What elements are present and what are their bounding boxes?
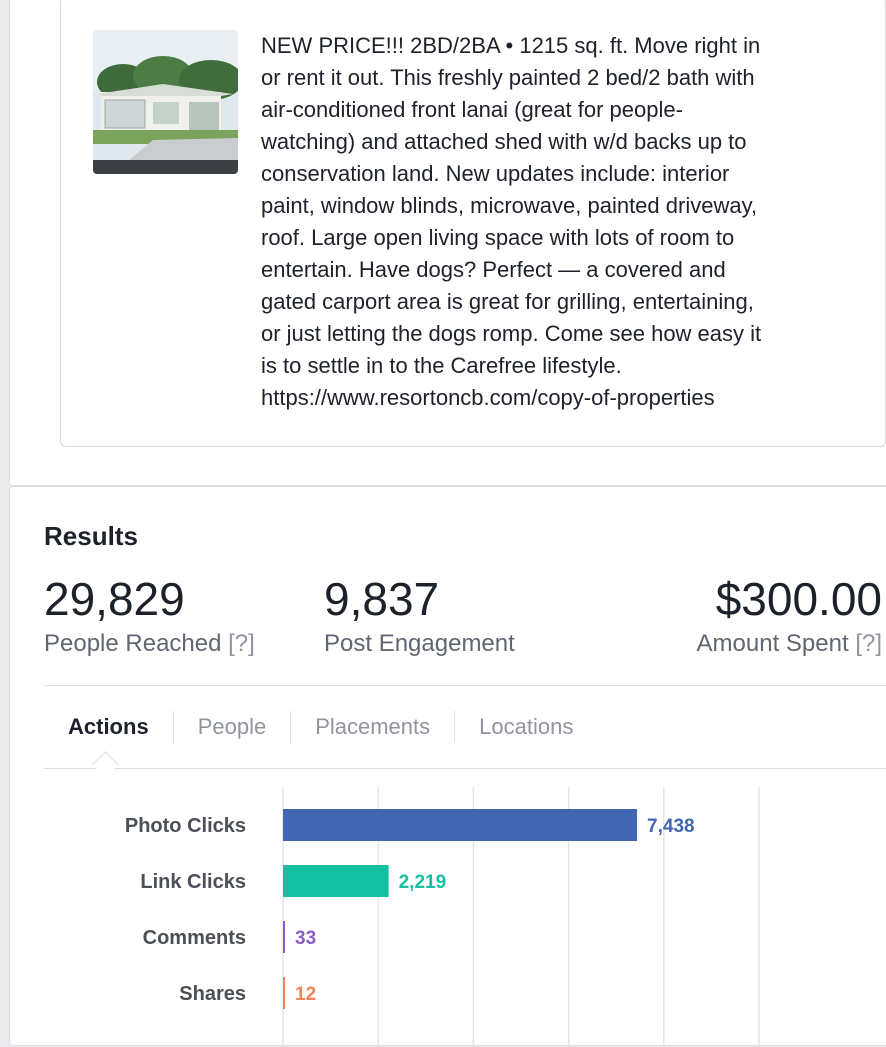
value-label: 33	[295, 928, 316, 949]
results-title: Results	[44, 521, 138, 551]
metric-value: 9,837	[324, 573, 440, 625]
post-text-line: or just letting the dogs romp. Come see …	[261, 321, 762, 346]
post-link[interactable]: https://www.resortoncb.com/copy-of-prope…	[261, 382, 831, 414]
metric-post-engagement: 9,837 Post Engagement	[324, 571, 515, 659]
post-text-line: or rent it out. This freshly painted 2 b…	[261, 65, 755, 90]
metric-people-reached: 29,829 People Reached [?]	[44, 571, 255, 659]
bar[interactable]	[283, 921, 285, 953]
value-label: 7,438	[647, 816, 695, 837]
metric-label: People Reached	[44, 630, 222, 657]
tab-actions[interactable]: Actions	[44, 711, 173, 743]
help-link[interactable]: [?]	[855, 630, 882, 657]
post-text-line: air-conditioned front lanai (great for p…	[261, 97, 683, 122]
post-text-line: gated carport area is great for grilling…	[261, 289, 754, 314]
results-tabs: Actions People Placements Locations	[44, 711, 597, 743]
value-label: 12	[295, 984, 316, 1005]
help-link[interactable]: [?]	[228, 630, 255, 657]
post-text-line: entertain. Have dogs? Perfect — a covere…	[261, 257, 726, 282]
category-label: Comments	[143, 927, 246, 949]
actions-bar-chart: Photo Clicks 7,438 Link Clicks 2,219 Comment…	[125, 787, 760, 1047]
results-card: Results 29,829 People Reached [?] 9,837 …	[9, 486, 886, 1047]
divider	[44, 685, 886, 686]
tab-placements[interactable]: Placements	[291, 711, 454, 743]
active-tab-caret-icon	[92, 751, 119, 778]
metric-label: Post Engagement	[324, 630, 515, 657]
bar[interactable]	[283, 809, 638, 841]
post-text-line: paint, window blinds, microwave, painted…	[261, 193, 758, 218]
tabs-underline	[44, 768, 886, 769]
post-text-line: NEW PRICE!!! 2BD/2BA • 1215 sq. ft. Move…	[261, 33, 761, 58]
metric-value: 29,829	[44, 573, 185, 625]
metric-amount-spent: $300.00 Amount Spent [?]	[697, 571, 882, 659]
post-thumbnail[interactable]	[93, 30, 238, 174]
post-text-line: watching) and attached shed with w/d bac…	[261, 129, 747, 154]
post-preview: NEW PRICE!!! 2BD/2BA • 1215 sq. ft. Move…	[60, 0, 886, 447]
tab-locations[interactable]: Locations	[455, 711, 597, 743]
post-card: NEW PRICE!!! 2BD/2BA • 1215 sq. ft. Move…	[9, 0, 886, 486]
post-text-line: roof. Large open living space with lots …	[261, 225, 735, 250]
bar[interactable]	[283, 865, 389, 897]
post-text-line: conservation land. New updates include: …	[261, 161, 730, 186]
bar[interactable]	[283, 977, 285, 1009]
value-label: 2,219	[399, 872, 447, 893]
category-label: Photo Clicks	[125, 815, 246, 837]
metric-value: $300.00	[715, 573, 882, 625]
tab-people[interactable]: People	[174, 711, 291, 743]
house-photo	[93, 30, 238, 174]
post-text-line: is to settle in to the Carefree lifestyl…	[261, 353, 622, 378]
post-message: NEW PRICE!!! 2BD/2BA • 1215 sq. ft. Move…	[261, 30, 831, 414]
metric-label: Amount Spent	[696, 630, 849, 657]
category-label: Shares	[179, 983, 246, 1005]
category-label: Link Clicks	[140, 871, 246, 893]
